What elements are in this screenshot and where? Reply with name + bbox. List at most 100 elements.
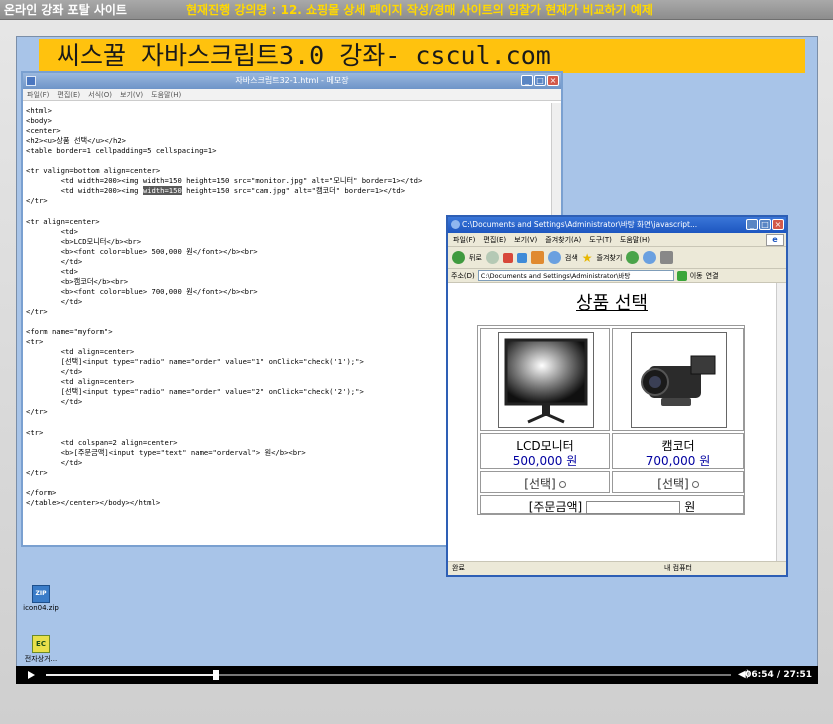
seek-thumb[interactable]	[212, 670, 219, 680]
video-player: 씨스꿀 자바스크립트3.0 강좌- cscul.com 자바스크립트32-1.h…	[0, 20, 833, 724]
lecture-topbar: 온라인 강좌 포탈 사이트 현재진행 강의명 : 12. 쇼핑몰 상세 페이지 …	[0, 0, 833, 20]
code-line: <tr valign=bottom align=center>	[26, 166, 161, 176]
status-zone: 내 컴퓨터	[664, 564, 692, 572]
menu-edit[interactable]: 편집(E)	[483, 233, 506, 246]
code-line: </tr>	[26, 196, 48, 206]
video-area[interactable]: 씨스꿀 자바스크립트3.0 강좌- cscul.com 자바스크립트32-1.h…	[16, 36, 818, 684]
menu-view[interactable]: 보기(V)	[120, 89, 143, 100]
notepad-title: 자바스크립트32-1.html - 메모장	[235, 76, 349, 85]
product-price: 500,000 원	[512, 454, 578, 468]
select-label: [선택]	[657, 477, 689, 491]
go-icon[interactable]	[676, 270, 687, 281]
back-icon[interactable]	[452, 251, 465, 264]
select-cell: [선택]	[612, 471, 744, 493]
product-image-cell	[612, 328, 744, 431]
search-label[interactable]: 검색	[565, 253, 578, 263]
player-controls: ◀) 06:54 / 27:51	[16, 666, 818, 684]
status-done: 완료	[452, 564, 465, 572]
browser-title: C:\Documents and Settings\Administrator\…	[462, 220, 698, 229]
home-icon[interactable]	[530, 251, 544, 264]
zip-icon: ZIP	[32, 585, 50, 603]
monitor-image	[498, 332, 594, 428]
code-line: <h2><u>상품 선택</u></h2>	[26, 136, 127, 146]
menu-view[interactable]: 보기(V)	[514, 233, 537, 246]
maximize-icon[interactable]: □	[759, 219, 771, 230]
product-table: LCD모니터 500,000 원 캠코더 700,000 원 [선택] [선택]…	[477, 325, 745, 515]
menu-help[interactable]: 도움말(H)	[151, 89, 181, 100]
code-line: <center>	[26, 126, 61, 136]
code-text: <td width=200><img	[26, 186, 143, 196]
notepad-titlebar[interactable]: 자바스크립트32-1.html - 메모장 _ □ ×	[23, 73, 561, 89]
stop-icon[interactable]	[502, 252, 513, 263]
close-icon[interactable]: ×	[772, 219, 784, 230]
back-label[interactable]: 뒤로	[469, 253, 482, 263]
code-line: <td width=200><img width=150 height=150 …	[26, 176, 423, 186]
browser-titlebar[interactable]: C:\Documents and Settings\Administrator\…	[448, 217, 786, 233]
minimize-icon[interactable]: _	[746, 219, 758, 230]
links-button[interactable]: 연결	[706, 271, 719, 281]
code-line: <td width=200><img width=150 height=150 …	[26, 186, 548, 196]
desktop-icon-label: 전자상거...	[24, 655, 58, 663]
browser-address-bar: 주소(D) C:\Documents and Settings\Administ…	[448, 269, 786, 283]
select-cell: [선택]	[480, 471, 610, 493]
lecture-title: 현재진행 강의명 : 12. 쇼핑몰 상세 페이지 작성/경매 사이트의 입찰가…	[186, 3, 653, 17]
windows-logo-icon: e	[766, 234, 784, 246]
menu-tools[interactable]: 도구(T)	[589, 233, 612, 246]
camcorder-image	[631, 332, 727, 428]
favorites-star-icon[interactable]: ★	[582, 251, 593, 265]
close-icon[interactable]: ×	[547, 75, 559, 86]
play-icon[interactable]	[28, 671, 35, 679]
menu-favorites[interactable]: 즐겨찾기(A)	[545, 233, 581, 246]
ec-icon: EC	[32, 635, 50, 653]
code-text: height=150 src="cam.jpg" alt="캠코더" borde…	[181, 186, 406, 196]
browser-menubar: 파일(F) 편집(E) 보기(V) 즐겨찾기(A) 도구(T) 도움말(H) e	[448, 233, 786, 247]
select-radio[interactable]	[691, 481, 699, 488]
history-icon[interactable]	[626, 251, 640, 264]
seek-bar[interactable]	[46, 670, 731, 680]
desktop-icon-zip[interactable]: ZIP icon04.zip	[17, 585, 65, 612]
minimize-icon[interactable]: _	[521, 75, 533, 86]
order-unit: 원	[684, 500, 696, 514]
product-image-cell	[480, 328, 610, 431]
site-name[interactable]: 온라인 강좌 포탈 사이트	[4, 0, 127, 19]
select-label: [선택]	[524, 477, 556, 491]
seek-progress	[46, 674, 216, 676]
search-icon[interactable]	[547, 251, 561, 264]
address-label: 주소(D)	[451, 271, 475, 280]
order-cell: [주문금액] 원	[480, 495, 744, 514]
favorites-label[interactable]: 즐겨찾기	[597, 253, 623, 263]
menu-format[interactable]: 서식(O)	[88, 89, 112, 100]
menu-file[interactable]: 파일(F)	[453, 233, 475, 246]
code-line: <html>	[26, 106, 52, 115]
browser-page: 상품 선택 LCD모니터 500,000 원 캠코더 700,000 원 [선택…	[448, 283, 776, 561]
menu-file[interactable]: 파일(F)	[27, 89, 49, 100]
browser-statusbar: 완료 내 컴퓨터	[448, 561, 786, 575]
page-title: 상품 선택	[576, 293, 648, 314]
code-line: <table border=1 cellpadding=5 cellspacin…	[26, 146, 217, 156]
forward-icon[interactable]	[485, 251, 499, 264]
maximize-icon[interactable]: □	[534, 75, 546, 86]
browser-toolbar: 뒤로 검색 ★ 즐겨찾기	[448, 247, 786, 269]
notepad-menubar: 파일(F) 편집(E) 서식(O) 보기(V) 도움말(H)	[23, 89, 561, 101]
browser-scrollbar[interactable]	[776, 283, 786, 561]
desktop-icon-ec[interactable]: EC 전자상거...	[17, 635, 65, 664]
selected-text[interactable]: width=150	[142, 186, 182, 196]
print-icon[interactable]	[660, 251, 674, 264]
address-input[interactable]: C:\Documents and Settings\Administrator\…	[477, 270, 674, 281]
ie-icon	[451, 220, 460, 229]
course-banner: 씨스꿀 자바스크립트3.0 강좌- cscul.com	[39, 39, 805, 73]
mail-icon[interactable]	[643, 251, 657, 264]
browser-window: C:\Documents and Settings\Administrator\…	[446, 215, 788, 577]
code-line: <body>	[26, 116, 52, 126]
go-button[interactable]: 이동	[690, 271, 703, 281]
refresh-icon[interactable]	[516, 252, 527, 263]
select-radio[interactable]	[558, 481, 566, 488]
product-info-cell: 캠코더 700,000 원	[612, 433, 744, 469]
desktop-icon-label: icon04.zip	[23, 604, 59, 612]
order-label: [주문금액]	[528, 500, 583, 514]
menu-help[interactable]: 도움말(H)	[620, 233, 650, 246]
product-price: 700,000 원	[645, 454, 711, 468]
menu-edit[interactable]: 편집(E)	[57, 89, 80, 100]
order-amount-input[interactable]	[586, 501, 681, 514]
